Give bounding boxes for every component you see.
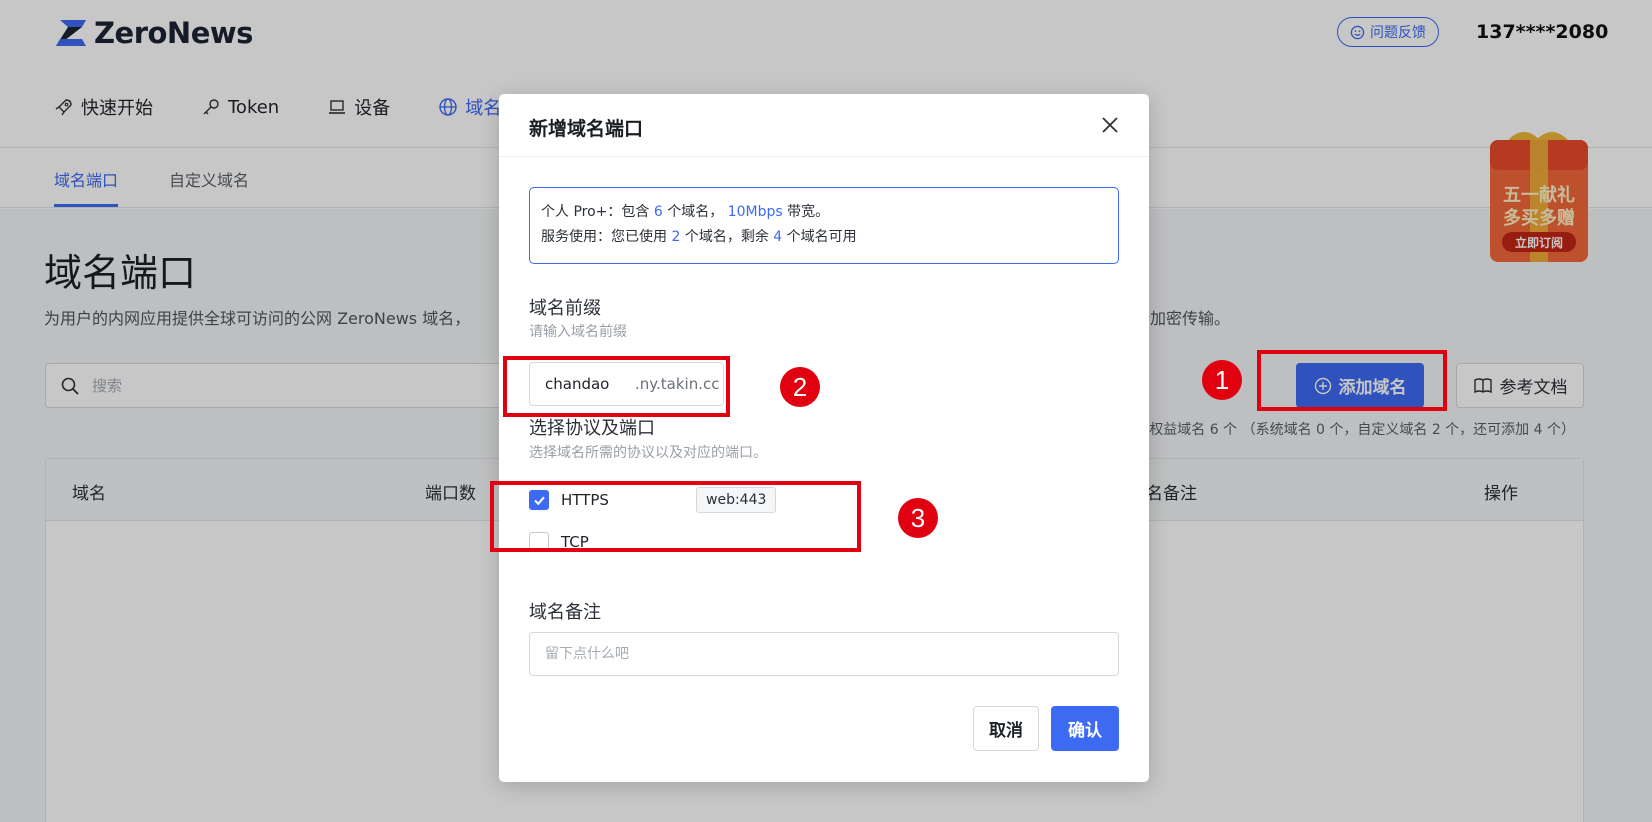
annotation-box-1: [1257, 350, 1447, 411]
domain-note-label: 域名备注: [529, 602, 601, 623]
annotation-number-3: 3: [898, 498, 938, 538]
plan-domain-count: 6: [653, 204, 663, 220]
add-domain-port-dialog: 新增域名端口 个人 Pro+：包含 6 个域名， 10Mbps 带宽。 服务使用…: [499, 94, 1149, 782]
cancel-button[interactable]: 取消: [973, 706, 1039, 751]
dialog-header: 新增域名端口: [499, 94, 1149, 157]
annotation-number-1: 1: [1202, 360, 1242, 400]
confirm-button[interactable]: 确认: [1051, 706, 1119, 751]
plan-info-line-2: 服务使用：您已使用 2 个域名，剩余 4 个域名可用: [541, 229, 857, 245]
plan-info-line-1: 个人 Pro+：包含 6 个域名， 10Mbps 带宽。: [541, 204, 830, 220]
plan-info-box: 个人 Pro+：包含 6 个域名， 10Mbps 带宽。 服务使用：您已使用 2…: [529, 187, 1119, 264]
protocol-port-label: 选择协议及端口: [529, 418, 655, 439]
domain-prefix-label: 域名前缀: [529, 298, 601, 319]
dialog-title: 新增域名端口: [529, 118, 644, 140]
domain-note-input[interactable]: [529, 632, 1119, 676]
plan-bandwidth: 10Mbps: [727, 204, 783, 220]
annotation-box-2: [503, 356, 730, 417]
annotation-box-3: [490, 481, 861, 552]
annotation-number-2: 2: [780, 367, 820, 407]
domain-prefix-hint: 请输入域名前缀: [529, 324, 627, 340]
remaining-domain-count: 4: [773, 229, 783, 245]
protocol-port-hint: 选择域名所需的协议以及对应的端口。: [529, 445, 767, 461]
close-icon[interactable]: [1099, 114, 1121, 136]
